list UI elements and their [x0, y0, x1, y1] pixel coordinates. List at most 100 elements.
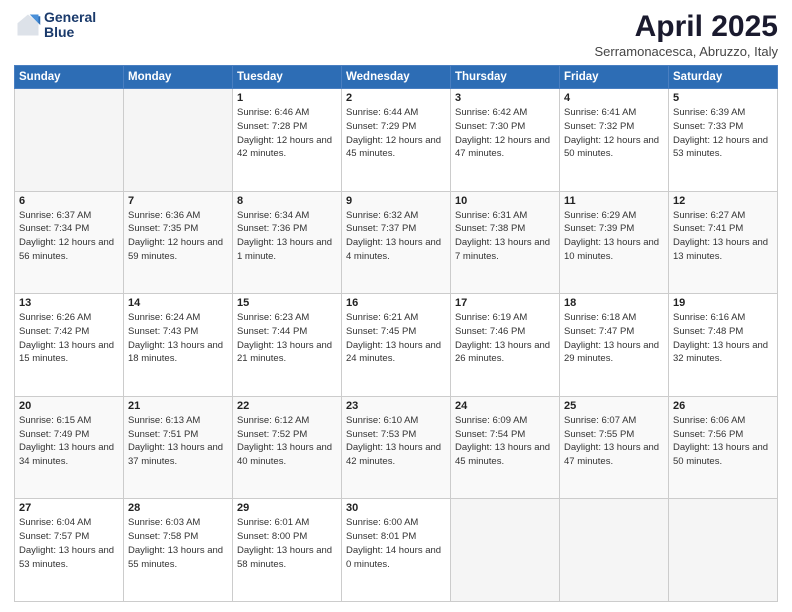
- day-number: 21: [128, 400, 228, 412]
- calendar-cell: 26 Sunrise: 6:06 AMSunset: 7:56 PMDayligh…: [669, 396, 778, 499]
- day-number: 14: [128, 297, 228, 309]
- col-header-friday: Friday: [560, 66, 669, 89]
- day-info: Sunrise: 6:16 AMSunset: 7:48 PMDaylight:…: [673, 311, 773, 366]
- calendar-week-row: 13Sunrise: 6:26 AMSunset: 7:42 PMDayligh…: [15, 294, 778, 397]
- day-number: 15: [237, 297, 337, 309]
- day-number: 11: [564, 195, 664, 207]
- calendar-cell: 20 Sunrise: 6:15 AMSunset: 7:49 PMDayligh…: [15, 396, 124, 499]
- col-header-saturday: Saturday: [669, 66, 778, 89]
- logo-line1: General: [44, 10, 96, 25]
- day-number: 26: [673, 400, 773, 412]
- day-info: Sunrise: 6:31 AMSunset: 7:38 PMDaylight:…: [455, 209, 555, 264]
- day-number: 7: [128, 195, 228, 207]
- calendar-cell: 30Sunrise: 6:00 AMSunset: 8:01 PMDayligh…: [342, 499, 451, 602]
- calendar-cell: 7Sunrise: 6:36 AMSunset: 7:35 PMDaylight…: [124, 191, 233, 294]
- day-number: 27: [19, 502, 119, 514]
- day-info: Sunrise: 6:04 AMSunset: 7:57 PMDaylight:…: [19, 516, 119, 571]
- calendar-cell: 17 Sunrise: 6:19 AMSunset: 7:46 PMDayligh…: [451, 294, 560, 397]
- day-number: 23: [346, 400, 446, 412]
- calendar-table: SundayMondayTuesdayWednesdayThursdayFrid…: [14, 65, 778, 602]
- day-number: 9: [346, 195, 446, 207]
- col-header-thursday: Thursday: [451, 66, 560, 89]
- calendar-cell: 1 Sunrise: 6:46 AMSunset: 7:28 PMDaylight…: [233, 89, 342, 192]
- day-info: Sunrise: 6:39 AMSunset: 7:33 PMDaylight:…: [673, 106, 773, 161]
- day-info: Sunrise: 6:01 AMSunset: 8:00 PMDaylight:…: [237, 516, 337, 571]
- day-number: 16: [346, 297, 446, 309]
- calendar-cell: 27 Sunrise: 6:04 AMSunset: 7:57 PMDayligh…: [15, 499, 124, 602]
- day-info: Sunrise: 6:44 AMSunset: 7:29 PMDaylight:…: [346, 106, 446, 161]
- calendar-cell: 19 Sunrise: 6:16 AMSunset: 7:48 PMDayligh…: [669, 294, 778, 397]
- calendar-cell: 14 Sunrise: 6:24 AMSunset: 7:43 PMDayligh…: [124, 294, 233, 397]
- calendar-cell: [451, 499, 560, 602]
- calendar-cell: 24 Sunrise: 6:09 AMSunset: 7:54 PMDayligh…: [451, 396, 560, 499]
- calendar-cell: [669, 499, 778, 602]
- logo: General Blue: [14, 10, 96, 41]
- day-number: 1: [237, 92, 337, 104]
- day-info: Sunrise: 6:03 AMSunset: 7:58 PMDaylight:…: [128, 516, 228, 571]
- calendar-cell: 10 Sunrise: 6:31 AMSunset: 7:38 PMDayligh…: [451, 191, 560, 294]
- day-number: 4: [564, 92, 664, 104]
- day-number: 18: [564, 297, 664, 309]
- day-info: Sunrise: 6:29 AMSunset: 7:39 PMDaylight:…: [564, 209, 664, 264]
- calendar-week-row: 6Sunrise: 6:37 AMSunset: 7:34 PMDaylight…: [15, 191, 778, 294]
- day-number: 10: [455, 195, 555, 207]
- calendar-cell: 25Sunrise: 6:07 AMSunset: 7:55 PMDayligh…: [560, 396, 669, 499]
- day-info: Sunrise: 6:13 AMSunset: 7:51 PMDaylight:…: [128, 414, 228, 469]
- day-info: Sunrise: 6:09 AMSunset: 7:54 PMDaylight:…: [455, 414, 555, 469]
- col-header-monday: Monday: [124, 66, 233, 89]
- calendar-cell: 22 Sunrise: 6:12 AMSunset: 7:52 PMDayligh…: [233, 396, 342, 499]
- day-number: 30: [346, 502, 446, 514]
- calendar-cell: 28Sunrise: 6:03 AMSunset: 7:58 PMDayligh…: [124, 499, 233, 602]
- day-number: 5: [673, 92, 773, 104]
- logo-line2: Blue: [44, 25, 96, 40]
- day-info: Sunrise: 6:41 AMSunset: 7:32 PMDaylight:…: [564, 106, 664, 161]
- calendar-cell: [560, 499, 669, 602]
- day-number: 19: [673, 297, 773, 309]
- calendar-cell: 4 Sunrise: 6:41 AMSunset: 7:32 PMDaylight…: [560, 89, 669, 192]
- calendar-cell: 18Sunrise: 6:18 AMSunset: 7:47 PMDayligh…: [560, 294, 669, 397]
- calendar-cell: 12Sunrise: 6:27 AMSunset: 7:41 PMDayligh…: [669, 191, 778, 294]
- calendar-cell: [15, 89, 124, 192]
- calendar-cell: 9 Sunrise: 6:32 AMSunset: 7:37 PMDaylight…: [342, 191, 451, 294]
- calendar-cell: 2 Sunrise: 6:44 AMSunset: 7:29 PMDaylight…: [342, 89, 451, 192]
- day-info: Sunrise: 6:26 AMSunset: 7:42 PMDaylight:…: [19, 311, 119, 366]
- day-number: 8: [237, 195, 337, 207]
- day-info: Sunrise: 6:21 AMSunset: 7:45 PMDaylight:…: [346, 311, 446, 366]
- col-header-wednesday: Wednesday: [342, 66, 451, 89]
- day-info: Sunrise: 6:12 AMSunset: 7:52 PMDaylight:…: [237, 414, 337, 469]
- calendar-cell: 16 Sunrise: 6:21 AMSunset: 7:45 PMDayligh…: [342, 294, 451, 397]
- header: General Blue April 2025 Serramonacesca, …: [14, 10, 778, 59]
- day-number: 2: [346, 92, 446, 104]
- day-number: 3: [455, 92, 555, 104]
- calendar-cell: 5 Sunrise: 6:39 AMSunset: 7:33 PMDaylight…: [669, 89, 778, 192]
- day-info: Sunrise: 6:23 AMSunset: 7:44 PMDaylight:…: [237, 311, 337, 366]
- calendar-header-row: SundayMondayTuesdayWednesdayThursdayFrid…: [15, 66, 778, 89]
- day-info: Sunrise: 6:07 AMSunset: 7:55 PMDaylight:…: [564, 414, 664, 469]
- calendar-cell: 23Sunrise: 6:10 AMSunset: 7:53 PMDayligh…: [342, 396, 451, 499]
- day-number: 12: [673, 195, 773, 207]
- day-info: Sunrise: 6:19 AMSunset: 7:46 PMDaylight:…: [455, 311, 555, 366]
- calendar-week-row: 27 Sunrise: 6:04 AMSunset: 7:57 PMDayligh…: [15, 499, 778, 602]
- day-number: 24: [455, 400, 555, 412]
- day-number: 29: [237, 502, 337, 514]
- logo-text: General Blue: [44, 10, 96, 41]
- page: General Blue April 2025 Serramonacesca, …: [0, 0, 792, 612]
- calendar-cell: 6Sunrise: 6:37 AMSunset: 7:34 PMDaylight…: [15, 191, 124, 294]
- calendar-cell: 15 Sunrise: 6:23 AMSunset: 7:44 PMDayligh…: [233, 294, 342, 397]
- calendar-cell: 3Sunrise: 6:42 AMSunset: 7:30 PMDaylight…: [451, 89, 560, 192]
- day-number: 17: [455, 297, 555, 309]
- location-subtitle: Serramonacesca, Abruzzo, Italy: [594, 44, 778, 59]
- day-info: Sunrise: 6:06 AMSunset: 7:56 PMDaylight:…: [673, 414, 773, 469]
- calendar-cell: 21 Sunrise: 6:13 AMSunset: 7:51 PMDayligh…: [124, 396, 233, 499]
- calendar-cell: 8 Sunrise: 6:34 AMSunset: 7:36 PMDaylight…: [233, 191, 342, 294]
- day-number: 20: [19, 400, 119, 412]
- day-info: Sunrise: 6:15 AMSunset: 7:49 PMDaylight:…: [19, 414, 119, 469]
- day-number: 22: [237, 400, 337, 412]
- col-header-sunday: Sunday: [15, 66, 124, 89]
- day-info: Sunrise: 6:37 AMSunset: 7:34 PMDaylight:…: [19, 209, 119, 264]
- day-info: Sunrise: 6:46 AMSunset: 7:28 PMDaylight:…: [237, 106, 337, 161]
- day-info: Sunrise: 6:34 AMSunset: 7:36 PMDaylight:…: [237, 209, 337, 264]
- col-header-tuesday: Tuesday: [233, 66, 342, 89]
- day-info: Sunrise: 6:24 AMSunset: 7:43 PMDaylight:…: [128, 311, 228, 366]
- day-info: Sunrise: 6:32 AMSunset: 7:37 PMDaylight:…: [346, 209, 446, 264]
